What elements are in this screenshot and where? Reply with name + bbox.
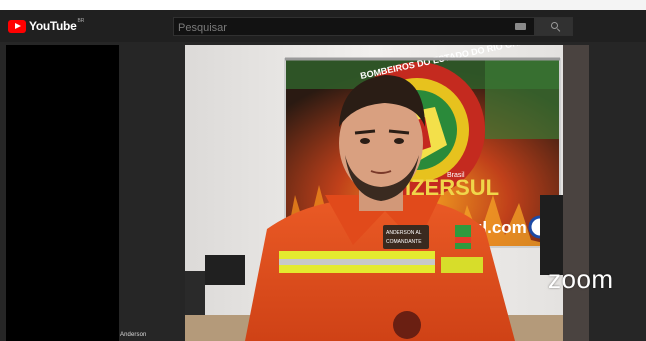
participant-name: Anderson [120, 332, 147, 338]
search-button[interactable] [535, 17, 573, 36]
badge-line-1: ANDERSON AL [386, 230, 422, 236]
youtube-play-icon [8, 19, 26, 33]
youtube-header: YouTube BR [0, 10, 646, 42]
participant-tile-black [6, 45, 119, 341]
search-input[interactable] [174, 19, 512, 37]
video-right-edge [563, 45, 589, 341]
keyboard-icon[interactable] [515, 23, 526, 30]
page-top-strip [500, 0, 646, 10]
speaker-frame-illustration: BOMBEIROS DO ESTADO DO RIO GRANDE DO SUL… [185, 45, 563, 341]
region-code: BR [77, 18, 85, 24]
search-icon [551, 22, 558, 29]
zoom-watermark: zoom [548, 264, 614, 294]
badge-line-2: COMANDANTE [386, 239, 422, 245]
search-box [173, 17, 535, 37]
video-player[interactable]: Anderson BOMBEIROS DO ESTADO DO RIO Bras… [0, 42, 646, 341]
youtube-wordmark: YouTube [29, 19, 77, 33]
youtube-logo[interactable]: YouTube BR [8, 18, 85, 33]
speaker-video: BOMBEIROS DO ESTADO DO RIO GRANDE DO SUL… [185, 45, 563, 341]
